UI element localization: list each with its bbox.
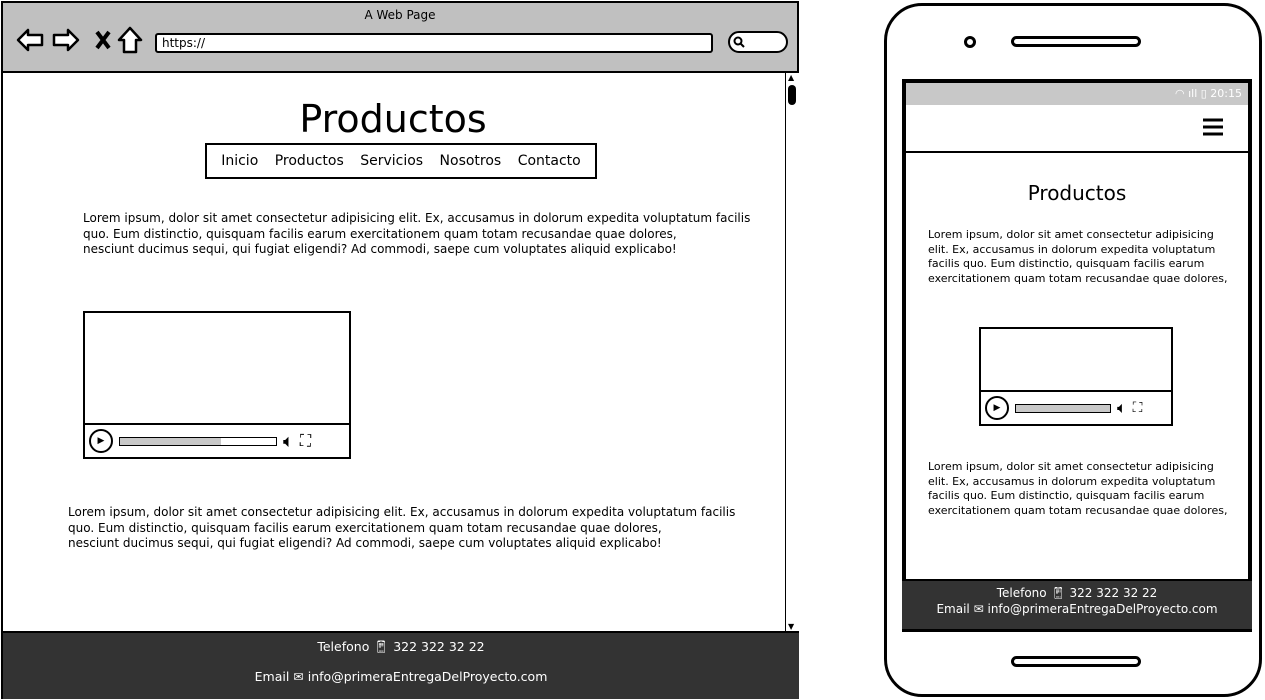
footer: Telefono 📱︎ 322 322 32 22 Email ✉ info@p… [3, 631, 799, 699]
video-player[interactable]: ▶ 🔈︎ ⛶ [83, 311, 351, 459]
text-line: nesciunt ducimus sequi, qui fugiat elige… [68, 536, 662, 550]
phone-label: Telefono [996, 586, 1047, 600]
volume-icon[interactable]: 🔈︎ [1117, 398, 1127, 418]
video-progress[interactable] [1015, 403, 1111, 413]
browser-window: A Web Page https:// ▲ ▼ Productos Inicio… [1, 1, 799, 699]
url-input[interactable]: https:// [155, 33, 713, 53]
email-address[interactable]: info@primeraEntregaDelProyecto.com [987, 602, 1217, 616]
scroll-down-icon[interactable]: ▼ [788, 622, 794, 631]
signal-icons: ◠ ıll ▯ [1174, 87, 1211, 100]
second-paragraph: Lorem ipsum, dolor sit amet consectetur … [68, 505, 735, 552]
mobile-paragraph-2: Lorem ipsum, dolor sit amet consectetur … [928, 460, 1227, 518]
clock: 20:15 [1210, 87, 1242, 100]
phone-number: 322 322 32 22 [1069, 586, 1158, 600]
browser-toolbar: A Web Page https:// [3, 3, 797, 73]
text-line: Lorem ipsum, dolor sit amet consectetur … [928, 228, 1214, 241]
text-line: elit. Ex, accusamus in dolorum expedita … [928, 474, 1216, 488]
phone-icon: 📱︎ [373, 639, 390, 654]
footer-email: Email ✉ info@primeraEntregaDelProyecto.c… [3, 669, 799, 684]
mobile-header [906, 105, 1248, 153]
text-line: nesciunt ducimus sequi, qui fugiat elige… [83, 242, 677, 256]
nav-item-servicios[interactable]: Servicios [360, 153, 423, 169]
mobile-title: Productos [1027, 181, 1127, 205]
envelope-icon: ✉ [973, 602, 984, 616]
nav-item-contacto[interactable]: Contacto [518, 153, 581, 169]
fullscreen-icon[interactable]: ⛶ [1133, 400, 1143, 416]
intro-paragraph: Lorem ipsum, dolor sit amet consectetur … [83, 211, 750, 258]
mobile-video-player[interactable]: ▶ 🔈︎ ⛶ [979, 327, 1173, 426]
text-line: elit. Ex, accusamus in dolorum expedita … [928, 242, 1216, 256]
fullscreen-icon[interactable]: ⛶ [300, 431, 311, 451]
scroll-up-icon[interactable]: ▲ [788, 73, 794, 82]
text-line: quo. Eum distinctio, quisquam facilis ea… [83, 226, 677, 241]
video-controls: ▶ 🔈︎ ⛶ [85, 423, 349, 457]
hamburger-icon[interactable] [1202, 117, 1224, 137]
scrollbar[interactable]: ▲ ▼ [785, 73, 799, 631]
email-label: Email [936, 602, 970, 616]
arrow-right-icon[interactable] [51, 25, 81, 55]
search-icon [733, 36, 745, 48]
text-line: facilis quo. Eum distinctio, quisquam fa… [928, 257, 1205, 270]
email-address[interactable]: info@primeraEntregaDelProyecto.com [308, 669, 548, 684]
home-bar[interactable] [1011, 656, 1141, 667]
envelope-icon: ✉ [293, 669, 304, 684]
mobile-screen: ◠ ıll ▯ 20:15 Productos Lorem ipsum, dol… [902, 79, 1252, 632]
text-line: Lorem ipsum, dolor sit amet consectetur … [83, 211, 751, 225]
window-title: A Web Page [364, 8, 436, 22]
volume-icon[interactable]: 🔈︎ [283, 431, 294, 452]
nav-bar: Inicio Productos Servicios Nosotros Cont… [205, 143, 597, 179]
footer-phone: Telefono 📱︎ 322 322 32 22 [902, 586, 1252, 600]
arrow-left-icon[interactable] [15, 25, 45, 55]
home-icon[interactable] [115, 25, 145, 55]
mobile-footer: Telefono 📱︎ 322 322 32 22 Email ✉ info@p… [902, 579, 1252, 629]
footer-email: Email ✉ info@primeraEntregaDelProyecto.c… [902, 602, 1252, 616]
mobile-device: ◠ ıll ▯ 20:15 Productos Lorem ipsum, dol… [884, 3, 1262, 697]
text-line: exercitationem quam totam recusandae qua… [928, 503, 1228, 517]
text-line: Lorem ipsum, dolor sit amet consectetur … [68, 505, 736, 519]
play-icon[interactable]: ▶ [985, 396, 1009, 420]
video-controls: ▶ 🔈︎ ⛶ [981, 390, 1171, 424]
footer-phone: Telefono 📱︎ 322 322 32 22 [3, 639, 799, 655]
nav-item-nosotros[interactable]: Nosotros [440, 153, 502, 169]
phone-icon: 📱︎ [1050, 586, 1066, 600]
phone-number: 322 322 32 22 [393, 639, 485, 654]
camera-icon [964, 36, 976, 48]
text-line: exercitationem quam totam recusandae qua… [928, 271, 1228, 285]
email-label: Email [254, 669, 290, 684]
video-progress[interactable] [119, 436, 277, 446]
search-input[interactable] [728, 31, 788, 53]
status-bar: ◠ ıll ▯ 20:15 [906, 83, 1248, 105]
text-line: Lorem ipsum, dolor sit amet consectetur … [928, 460, 1214, 473]
nav-item-productos[interactable]: Productos [275, 153, 344, 169]
scroll-thumb[interactable] [788, 85, 796, 105]
mobile-paragraph-1: Lorem ipsum, dolor sit amet consectetur … [928, 228, 1227, 286]
page-title: Productos [299, 97, 487, 141]
nav-item-inicio[interactable]: Inicio [221, 153, 258, 169]
play-icon[interactable]: ▶ [89, 429, 113, 453]
phone-label: Telefono [317, 639, 370, 654]
text-line: facilis quo. Eum distinctio, quisquam fa… [928, 489, 1205, 502]
text-line: quo. Eum distinctio, quisquam facilis ea… [68, 520, 662, 535]
speaker-slot [1011, 36, 1141, 47]
